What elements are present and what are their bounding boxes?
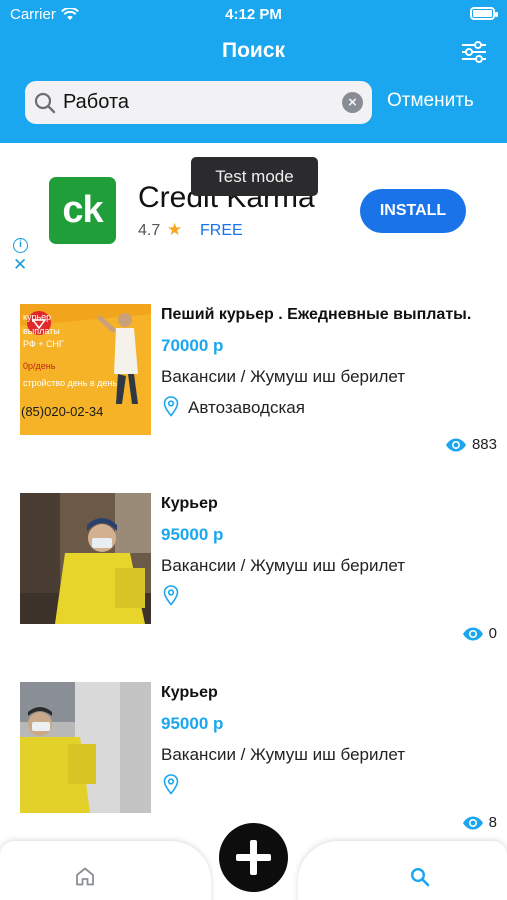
views-count: 0 [488, 625, 497, 642]
ad-price: FREE [200, 222, 243, 239]
eye-icon [462, 627, 483, 640]
listing-image [20, 682, 151, 813]
search-icon [34, 92, 56, 114]
listing-price: 95000 р [161, 525, 224, 544]
listing-item[interactable]: Курьер 95000 р Вакансии / Жумуш иш берил… [0, 661, 507, 850]
listing-category: Вакансии / Жумуш иш берилет [161, 556, 406, 575]
listing-item[interactable]: курьер выплаты РФ + СНГ 0р/день стройств… [0, 283, 507, 472]
close-icon[interactable]: ✕ [13, 255, 27, 275]
image-text-line: (85)020-02-34 [21, 404, 103, 419]
location-pin-icon [163, 774, 179, 795]
listing-item[interactable]: Курьер 95000 р Вакансии / Жумуш иш берил… [0, 472, 507, 661]
listing-location: Автозаводская [188, 398, 305, 417]
status-time: 4:12 PM [225, 6, 282, 23]
image-text-line: курьер [23, 312, 51, 322]
cancel-button[interactable]: Отменить [387, 90, 474, 112]
listing-list: курьер выплаты РФ + СНГ 0р/день стройств… [0, 283, 507, 850]
eye-icon [445, 438, 466, 451]
search-icon [410, 867, 430, 887]
sliders-icon [462, 41, 486, 63]
listing-views: 883 [445, 436, 497, 453]
location-pin-icon [163, 396, 179, 417]
listing-category: Вакансии / Жумуш иш берилет [161, 745, 406, 764]
install-button[interactable]: INSTALL [360, 189, 466, 233]
image-text-line: выплаты [23, 326, 60, 336]
status-bar: Carrier 4:12 PM [0, 0, 507, 28]
header: Carrier 4:12 PM Поиск Работа × Отменить [0, 0, 507, 143]
listing-image [20, 493, 151, 624]
views-count: 883 [471, 436, 497, 453]
image-text-line: 0р/день [23, 361, 56, 371]
image-text-line: РФ + СНГ [23, 339, 64, 349]
ad-rating: 4.7 [138, 222, 161, 239]
listing-title: Пеший курьер . Ежедневные выплаты. [161, 306, 472, 323]
listing-title: Курьер [161, 495, 218, 512]
location-pin-icon [163, 585, 179, 606]
tab-search[interactable] [298, 841, 507, 900]
search-box[interactable]: × [25, 81, 372, 124]
listing-title: Курьер [161, 684, 218, 701]
image-text-line: стройство день в день [23, 378, 117, 388]
screen: Carrier 4:12 PM Поиск Работа × Отменить … [0, 0, 507, 900]
listing-image: курьер выплаты РФ + СНГ 0р/день стройств… [20, 304, 151, 435]
ad-logo: ck [49, 177, 116, 244]
star-icon: ★ [167, 220, 183, 239]
tab-home[interactable] [0, 841, 211, 900]
add-listing-button[interactable] [219, 823, 288, 892]
views-count: 8 [488, 814, 497, 831]
search-input[interactable] [63, 87, 323, 118]
listing-views: 8 [462, 814, 497, 831]
test-mode-tooltip: Test mode [191, 157, 318, 196]
page-title: Поиск [221, 39, 286, 62]
filter-button[interactable] [461, 41, 487, 63]
listing-price: 95000 р [161, 714, 224, 733]
battery-icon [470, 7, 498, 20]
listing-views: 0 [462, 625, 497, 642]
battery-level [473, 10, 492, 17]
clear-search-icon[interactable]: × [342, 92, 363, 113]
eye-icon [462, 816, 483, 829]
info-icon[interactable]: i [13, 238, 28, 253]
listing-category: Вакансии / Жумуш иш берилет [161, 367, 406, 386]
home-icon [76, 867, 94, 886]
listing-price: 70000 р [161, 336, 224, 355]
